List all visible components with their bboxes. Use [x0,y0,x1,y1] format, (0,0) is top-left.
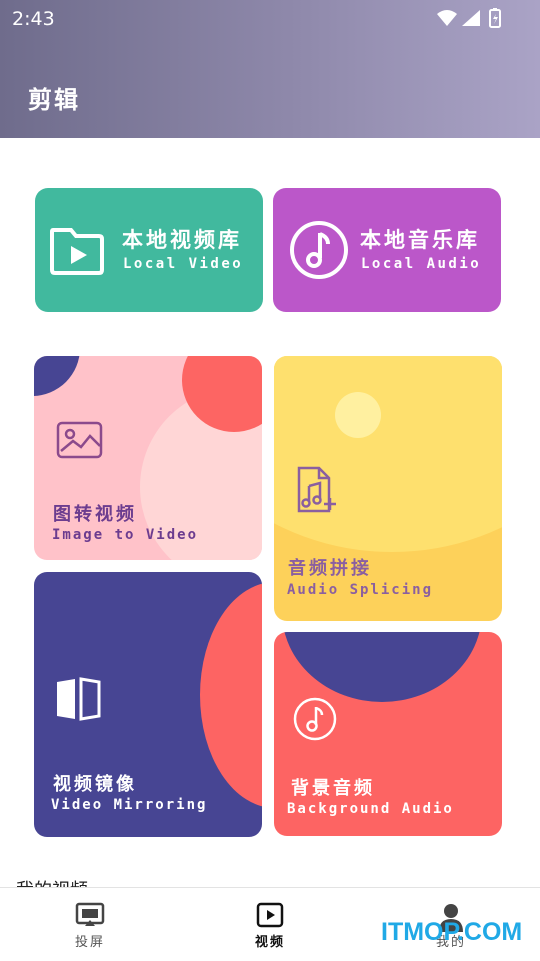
local-audio-card[interactable]: 本地音乐库 Local Audio [273,188,501,312]
music-note-circle-icon [290,221,348,279]
decor-circle [34,356,80,396]
nav-video[interactable]: 视频 [215,888,325,961]
status-time: 2:43 [12,8,55,30]
cast-screen-icon [75,902,105,926]
nav-video-label: 视频 [254,935,285,950]
local-video-subtitle: Local Video [123,256,244,272]
decor-circle [335,392,381,438]
app-header: 2:43 剪辑 [0,0,540,138]
audio-splicing-tile[interactable]: 音频拼接 Audio Splicing [274,356,502,621]
decor-circle [282,632,482,702]
mirror-icon [57,677,101,721]
music-note-circle-icon [293,697,337,741]
audio-splicing-title: 音频拼接 [288,558,372,579]
image-to-video-subtitle: Image to Video [52,527,199,543]
nav-cast[interactable]: 投屏 [35,888,145,961]
video-mirroring-subtitle: Video Mirroring [51,797,208,813]
folder-play-icon [50,228,104,275]
image-icon [56,421,103,459]
image-to-video-tile[interactable]: 图转视频 Image to Video [34,356,262,560]
page-title: 剪辑 [28,86,80,114]
decor-circle [274,356,502,552]
image-to-video-title: 图转视频 [53,504,137,525]
watermark: ITMOP.COM [381,918,523,946]
video-mirroring-title: 视频镜像 [53,774,137,795]
decor-circle [200,582,262,808]
status-icons [437,8,501,28]
local-video-card[interactable]: 本地视频库 Local Video [35,188,263,312]
background-audio-title: 背景音频 [291,778,375,799]
signal-icon [462,10,480,26]
audio-splicing-subtitle: Audio Splicing [287,582,434,598]
local-audio-subtitle: Local Audio [361,256,482,272]
background-audio-tile[interactable]: 背景音频 Background Audio [274,632,502,836]
local-video-title: 本地视频库 [122,227,242,252]
wifi-icon [437,10,457,26]
video-mirroring-tile[interactable]: 视频镜像 Video Mirroring [34,572,262,837]
nav-cast-label: 投屏 [74,935,105,950]
background-audio-subtitle: Background Audio [287,801,454,817]
video-play-icon [256,902,284,928]
local-audio-title: 本地音乐库 [360,227,480,252]
music-file-add-icon [297,466,336,513]
